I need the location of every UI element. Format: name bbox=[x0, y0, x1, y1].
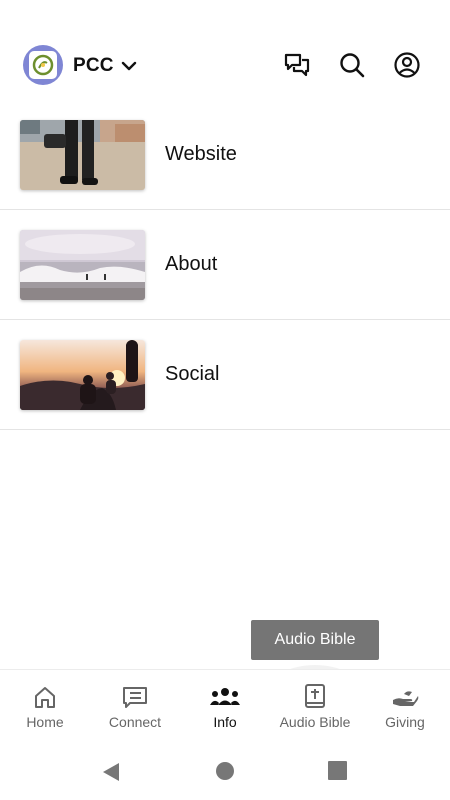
list-item-website[interactable]: Website bbox=[0, 100, 450, 210]
info-list: Website About Social bbox=[0, 100, 450, 430]
tab-home[interactable]: Home bbox=[0, 670, 90, 742]
connect-icon bbox=[123, 687, 147, 708]
system-nav-bar bbox=[0, 741, 450, 800]
tab-audio-bible[interactable]: Audio Bible bbox=[258, 670, 372, 742]
tab-label: Info bbox=[213, 714, 237, 730]
tab-giving[interactable]: Giving bbox=[360, 670, 450, 742]
tab-label: Audio Bible bbox=[279, 714, 351, 730]
recents-icon[interactable] bbox=[328, 761, 347, 780]
list-item-about[interactable]: About bbox=[0, 210, 450, 320]
tab-label: Connect bbox=[108, 714, 162, 730]
org-name[interactable]: PCC bbox=[73, 55, 114, 77]
chevron-down-icon[interactable] bbox=[120, 57, 138, 75]
pcc-logo-icon[interactable] bbox=[23, 45, 63, 85]
tab-label: Giving bbox=[385, 714, 425, 730]
tab-info[interactable]: Info bbox=[180, 670, 270, 742]
account-icon[interactable] bbox=[392, 50, 422, 80]
sunset-people-photo bbox=[20, 340, 145, 410]
back-icon[interactable] bbox=[100, 761, 122, 783]
list-item-social[interactable]: Social bbox=[0, 320, 450, 430]
tab-connect[interactable]: Connect bbox=[90, 670, 180, 742]
ocean-waves-photo bbox=[20, 230, 145, 300]
list-item-label: Website bbox=[165, 143, 237, 165]
list-item-label: Social bbox=[165, 363, 220, 385]
top-bar: PCC bbox=[0, 0, 450, 110]
search-icon[interactable] bbox=[337, 50, 367, 80]
beach-feet-photo bbox=[20, 120, 145, 190]
list-item-label: About bbox=[165, 253, 218, 275]
home-circle-icon[interactable] bbox=[215, 761, 235, 781]
tab-label: Home bbox=[26, 714, 64, 730]
chat-icon[interactable] bbox=[282, 50, 312, 80]
giving-hand-icon bbox=[393, 691, 419, 706]
bottom-nav: Home Connect Info Audio Bible Giving bbox=[0, 669, 450, 741]
bible-icon bbox=[305, 684, 325, 708]
group-icon bbox=[210, 688, 240, 705]
home-icon bbox=[35, 687, 55, 708]
tooltip: Audio Bible bbox=[251, 620, 379, 660]
